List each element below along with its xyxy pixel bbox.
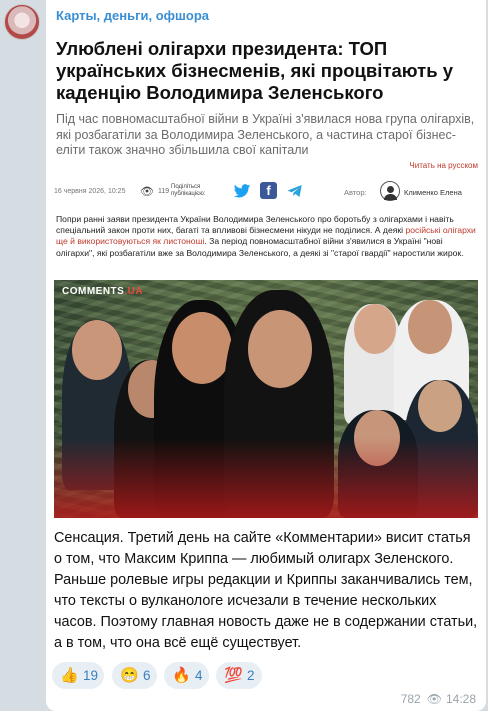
reaction-count: 19 [83,668,99,683]
message-views: 782 [400,692,421,706]
facebook-icon[interactable]: f [260,182,277,199]
reaction-count: 2 [247,668,255,683]
telegram-icon[interactable] [286,182,304,200]
article-preview[interactable]: Улюблені олігархи президента: ТОП україн… [46,30,486,520]
reaction-thumbs-up[interactable]: 👍 19 [52,662,104,689]
article-body: Попри ранні заяви президента України Вол… [56,214,476,259]
article-date: 16 червня 2026, 10:25 [54,188,126,195]
article-body-part1: Попри ранні заяви президента України Вол… [56,214,454,236]
comments-ua-logo: COMMENTS.UA [62,286,144,297]
fire-icon: 🔥 [172,667,191,684]
article-lead: Під час повномасштабної війни в Україні … [56,112,475,157]
reactions-bar: 👍 19 😁 6 🔥 4 💯 2 [52,662,472,690]
author-avatar-icon [380,181,400,201]
share-label: Поділіться публікацією: [171,184,206,197]
reaction-fire[interactable]: 🔥 4 [164,662,209,689]
red-gradient-overlay [54,438,478,518]
channel-avatar[interactable] [4,4,40,40]
message-footer: 782 👁 14:28 [401,692,476,706]
channel-name[interactable]: Карты, деньги, офшора [56,8,209,23]
message-bubble: Карты, деньги, офшора Улюблені олігархи … [46,0,486,711]
hundred-icon: 💯 [224,667,243,684]
eye-icon: 👁 [140,186,154,198]
thumbs-up-icon: 👍 [60,667,79,684]
article-headline: Улюблені олігархи президента: ТОП україн… [56,38,453,103]
article-image: COMMENTS.UA [54,280,478,518]
reaction-count: 6 [143,668,151,683]
article-meta: 16 червня 2026, 10:25 👁 119 Поділіться п… [54,178,478,206]
reaction-grin[interactable]: 😁 6 [112,662,157,689]
author-label: Автор: [344,188,367,197]
eye-icon: 👁 [426,692,442,706]
twitter-icon[interactable] [232,182,252,200]
message-time: 14:28 [445,692,476,706]
read-in-russian-link[interactable]: Читать на русском [409,161,478,170]
author-name[interactable]: Клименко Елена [404,188,462,197]
reaction-hundred[interactable]: 💯 2 [216,662,262,689]
article-views: 119 [158,188,170,195]
reaction-count: 4 [195,668,203,683]
message-text: Сенсация. Третий день на сайте «Коммента… [54,530,478,651]
grin-icon: 😁 [120,667,139,684]
